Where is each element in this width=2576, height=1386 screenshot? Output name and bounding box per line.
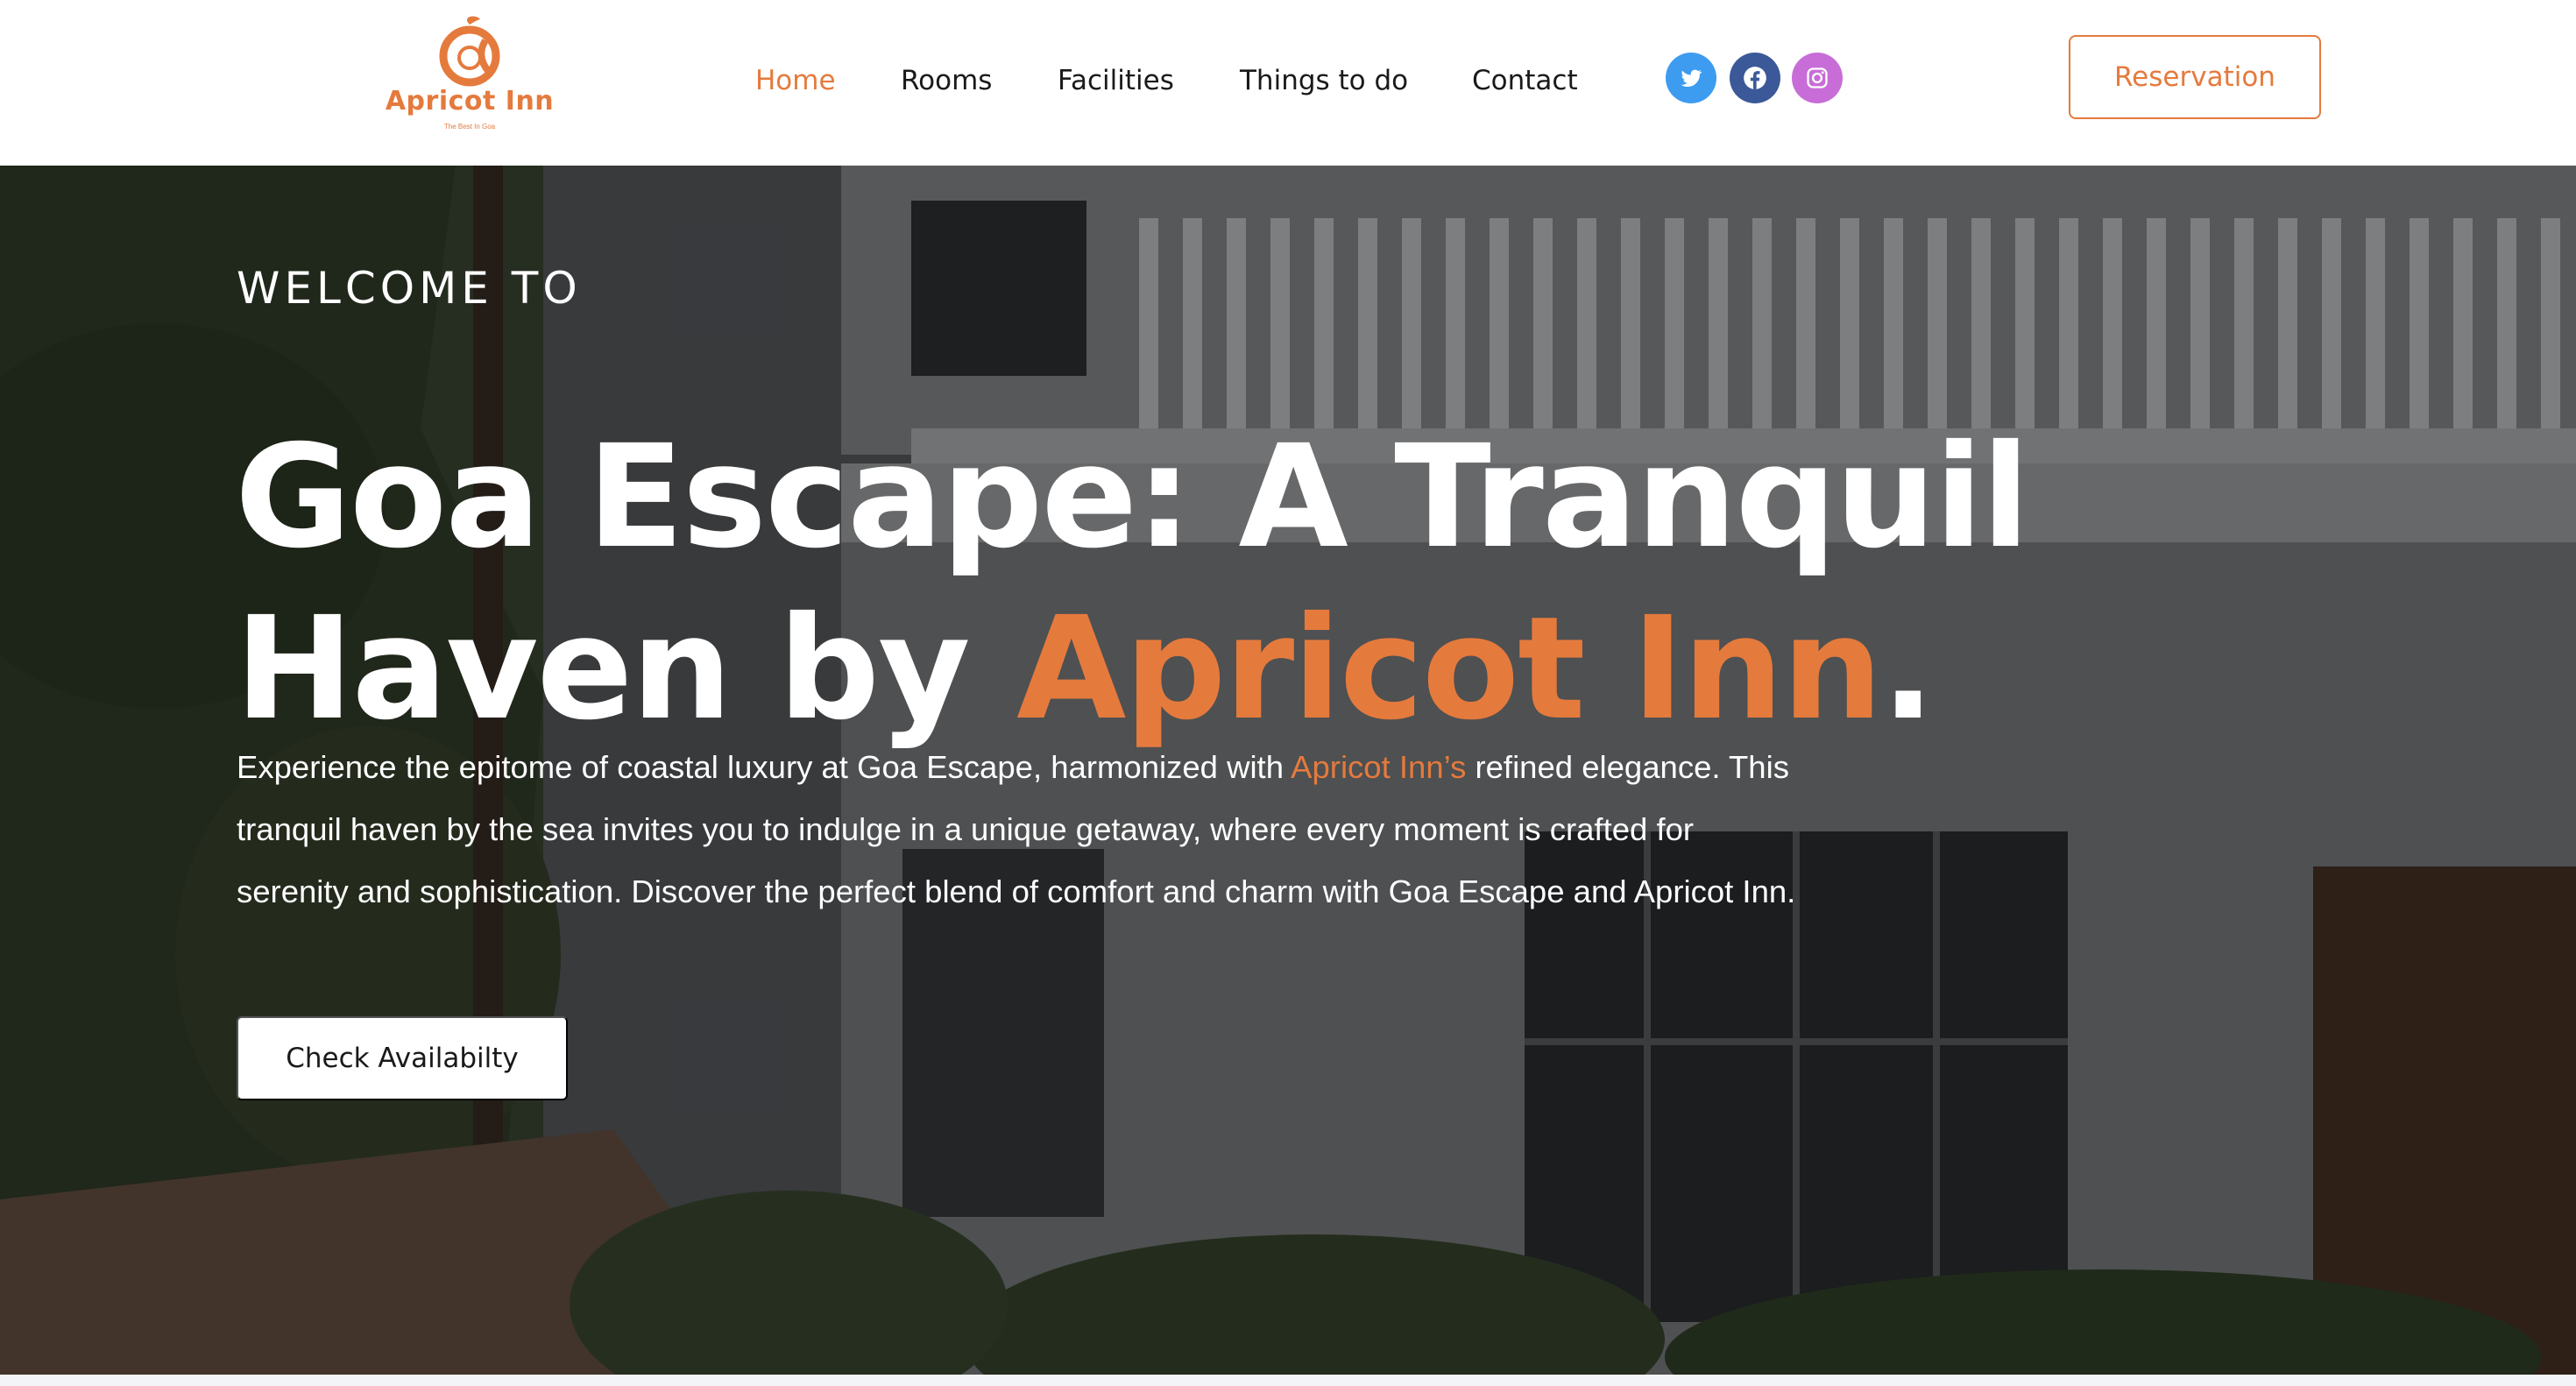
nav-home[interactable]: Home [755,61,836,100]
nav-things-to-do[interactable]: Things to do [1240,61,1408,100]
nav-rooms[interactable]: Rooms [901,61,992,100]
nav-facilities[interactable]: Facilities [1058,61,1174,100]
check-availability-button[interactable]: Check Availabilty [237,1016,568,1100]
hero-headline: Goa Escape: A Tranquil Haven by Apricot … [235,412,2250,755]
twitter-icon[interactable] [1666,53,1716,103]
site-header: Apricot Inn The Best In Goa Home Rooms F… [0,0,2576,166]
hero-description: Experience the epitome of coastal luxury… [237,736,1796,923]
headline-brand-accent: Apricot Inn [1016,587,1883,752]
apricot-logo-icon [439,16,500,87]
headline-period: . [1880,587,1936,752]
page-bottom-strip [0,1375,2576,1386]
description-brand-accent: Apricot Inn’s [1291,749,1467,785]
logo-wordmark: Apricot Inn [385,86,555,117]
logo-tagline: The Best In Goa [443,123,496,131]
nav-contact[interactable]: Contact [1472,61,1578,100]
apricot-inn-logo[interactable]: Apricot Inn The Best In Goa [382,14,557,137]
facebook-icon[interactable] [1730,53,1780,103]
instagram-icon[interactable] [1792,53,1843,103]
hero-welcome-text: WELCOME TO [237,263,582,314]
description-part-1: Experience the epitome of coastal luxury… [237,749,1292,785]
reservation-button[interactable]: Reservation [2069,35,2321,119]
